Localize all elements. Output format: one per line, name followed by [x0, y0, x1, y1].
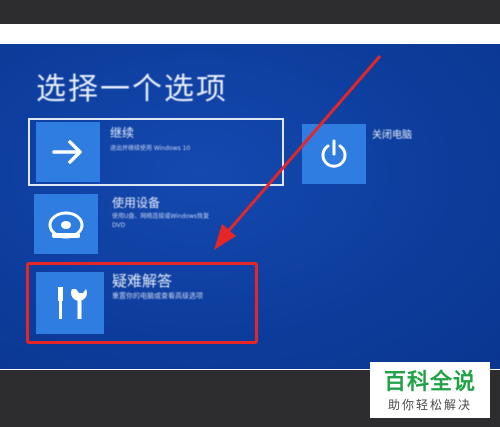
option-use-device[interactable]: 使用设备 使用U盘、网络连接或Windows恢复 DVD: [28, 192, 284, 254]
option-desc: 使用U盘、网络连接或Windows恢复 DVD: [112, 213, 210, 229]
top-dark-bar: [0, 0, 500, 24]
option-desc: 退出并继续使用 Windows 10: [110, 145, 191, 152]
disc-device-icon: [34, 194, 98, 254]
watermark-main: 百科全说: [383, 370, 476, 395]
arrow-right-icon: [36, 122, 100, 182]
watermark-logo: 百科全说 助你轻松解决: [370, 362, 490, 418]
power-icon: [302, 124, 366, 184]
option-title: 关闭电脑: [372, 130, 412, 141]
option-turn-off[interactable]: 关闭电脑: [300, 124, 450, 186]
option-continue[interactable]: 继续 退出并继续使用 Windows 10: [28, 118, 284, 186]
option-title: 继续: [110, 126, 135, 140]
option-title: 使用设备: [112, 196, 161, 210]
highlight-box: [26, 262, 258, 344]
watermark-sub: 助你轻松解决: [387, 398, 472, 412]
page-title: 选择一个选项: [36, 72, 228, 107]
